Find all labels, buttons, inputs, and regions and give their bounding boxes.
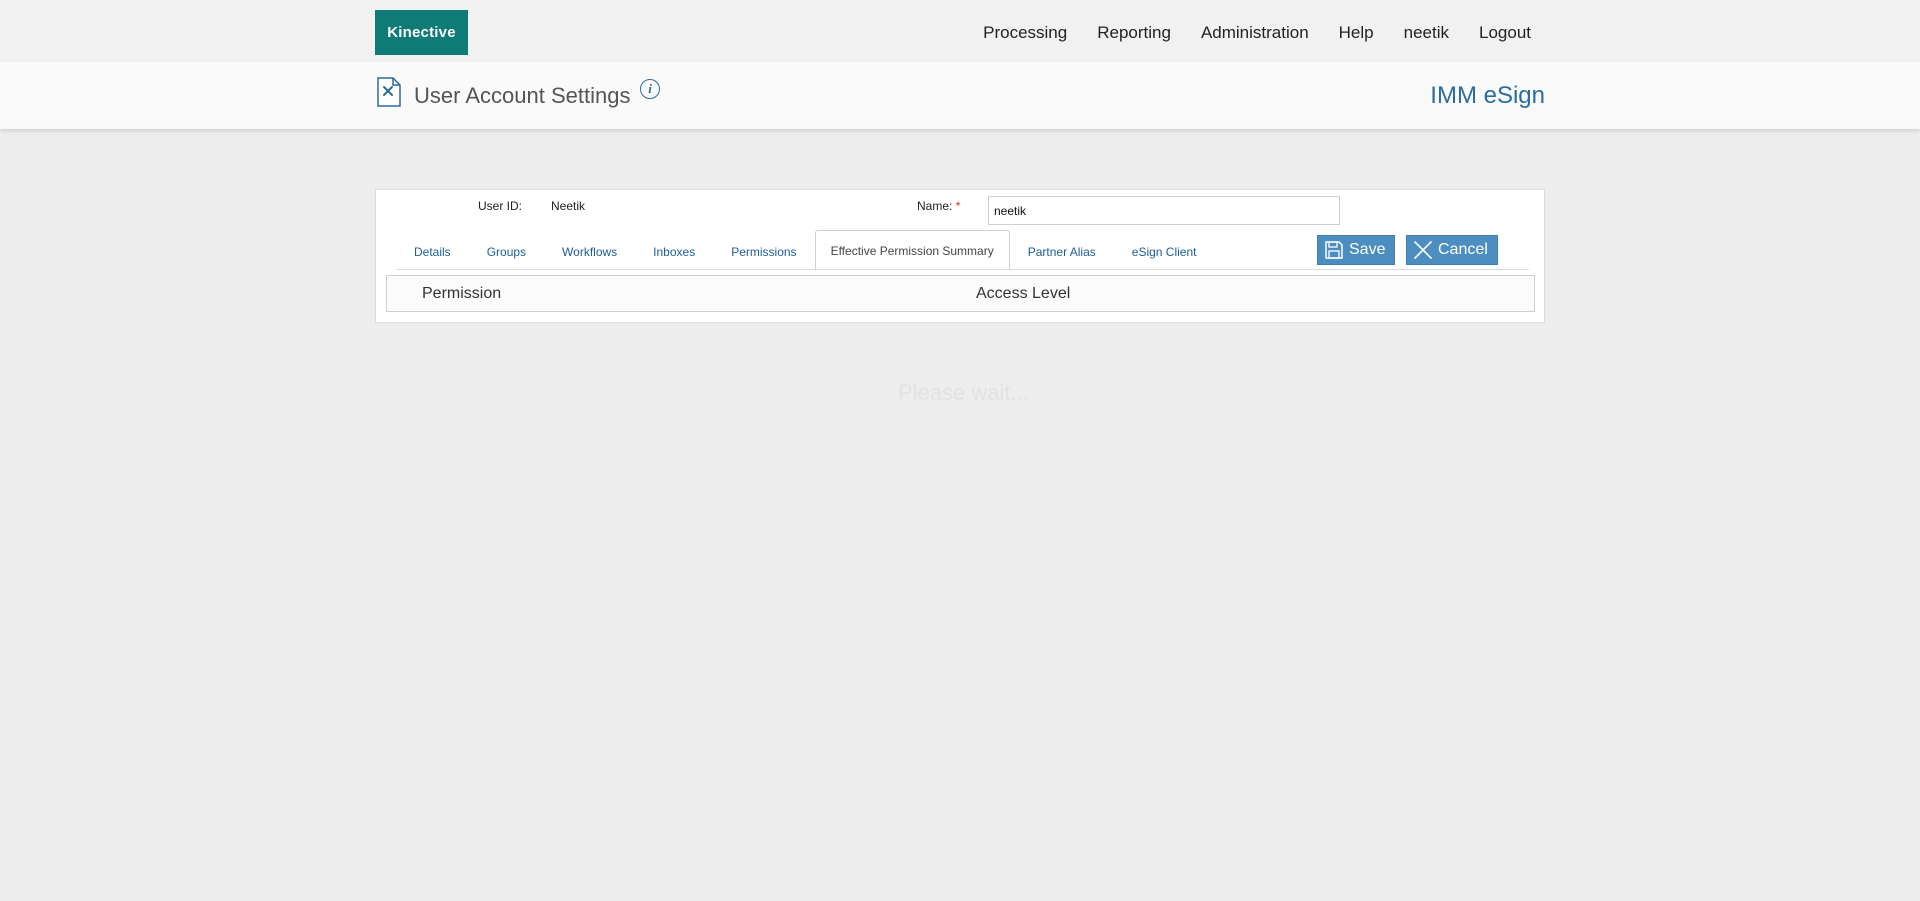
tab-groups[interactable]: Groups [469,232,544,270]
user-settings-panel: User ID: Neetik Name: * Details Groups W… [375,189,1545,323]
settings-tabs: Details Groups Workflows Inboxes Permiss… [396,230,1215,270]
cancel-button-label: Cancel [1438,241,1488,258]
main-nav: Processing Reporting Administration Help… [953,0,1531,66]
tab-permissions[interactable]: Permissions [713,232,814,270]
tab-inboxes[interactable]: Inboxes [635,232,713,270]
required-indicator: * [955,199,961,213]
permission-summary-table: Permission Access Level [386,275,1535,312]
nav-administration[interactable]: Administration [1201,23,1309,43]
settings-document-icon [377,77,401,107]
top-navigation-bar: Kinective Processing Reporting Administr… [0,0,1920,62]
loading-message: Please wait... [898,380,1029,405]
column-header-permission[interactable]: Permission [422,285,501,303]
info-icon[interactable]: i [640,79,660,99]
tab-effective-permission-summary[interactable]: Effective Permission Summary [814,230,1010,270]
tab-esign-client[interactable]: eSign Client [1114,232,1215,270]
save-button-label: Save [1349,241,1386,258]
column-header-access-level[interactable]: Access Level [976,285,1070,303]
user-id-label: User ID: [478,199,523,213]
close-icon [1414,241,1432,259]
save-button[interactable]: Save [1317,235,1396,265]
nav-user-menu[interactable]: neetik [1404,23,1449,43]
tab-partner-alias[interactable]: Partner Alias [1010,232,1114,270]
tab-details[interactable]: Details [396,232,469,270]
user-id-value: Neetik [551,199,586,213]
page-header: User Account Settings i IMM eSign [0,62,1920,129]
nav-help[interactable]: Help [1339,23,1374,43]
product-name: IMM eSign [1430,82,1545,109]
tab-divider [396,269,1529,270]
floppy-disk-icon [1325,241,1343,259]
nav-reporting[interactable]: Reporting [1097,23,1171,43]
nav-logout[interactable]: Logout [1479,23,1531,43]
name-label-text: Name: [917,199,953,213]
nav-processing[interactable]: Processing [983,23,1067,43]
page-title: User Account Settings [414,83,631,108]
tab-workflows[interactable]: Workflows [544,232,635,270]
cancel-button[interactable]: Cancel [1406,235,1498,265]
kinective-logo[interactable]: Kinective [375,10,468,55]
name-label: Name: * [917,199,960,213]
name-input[interactable] [988,196,1340,225]
